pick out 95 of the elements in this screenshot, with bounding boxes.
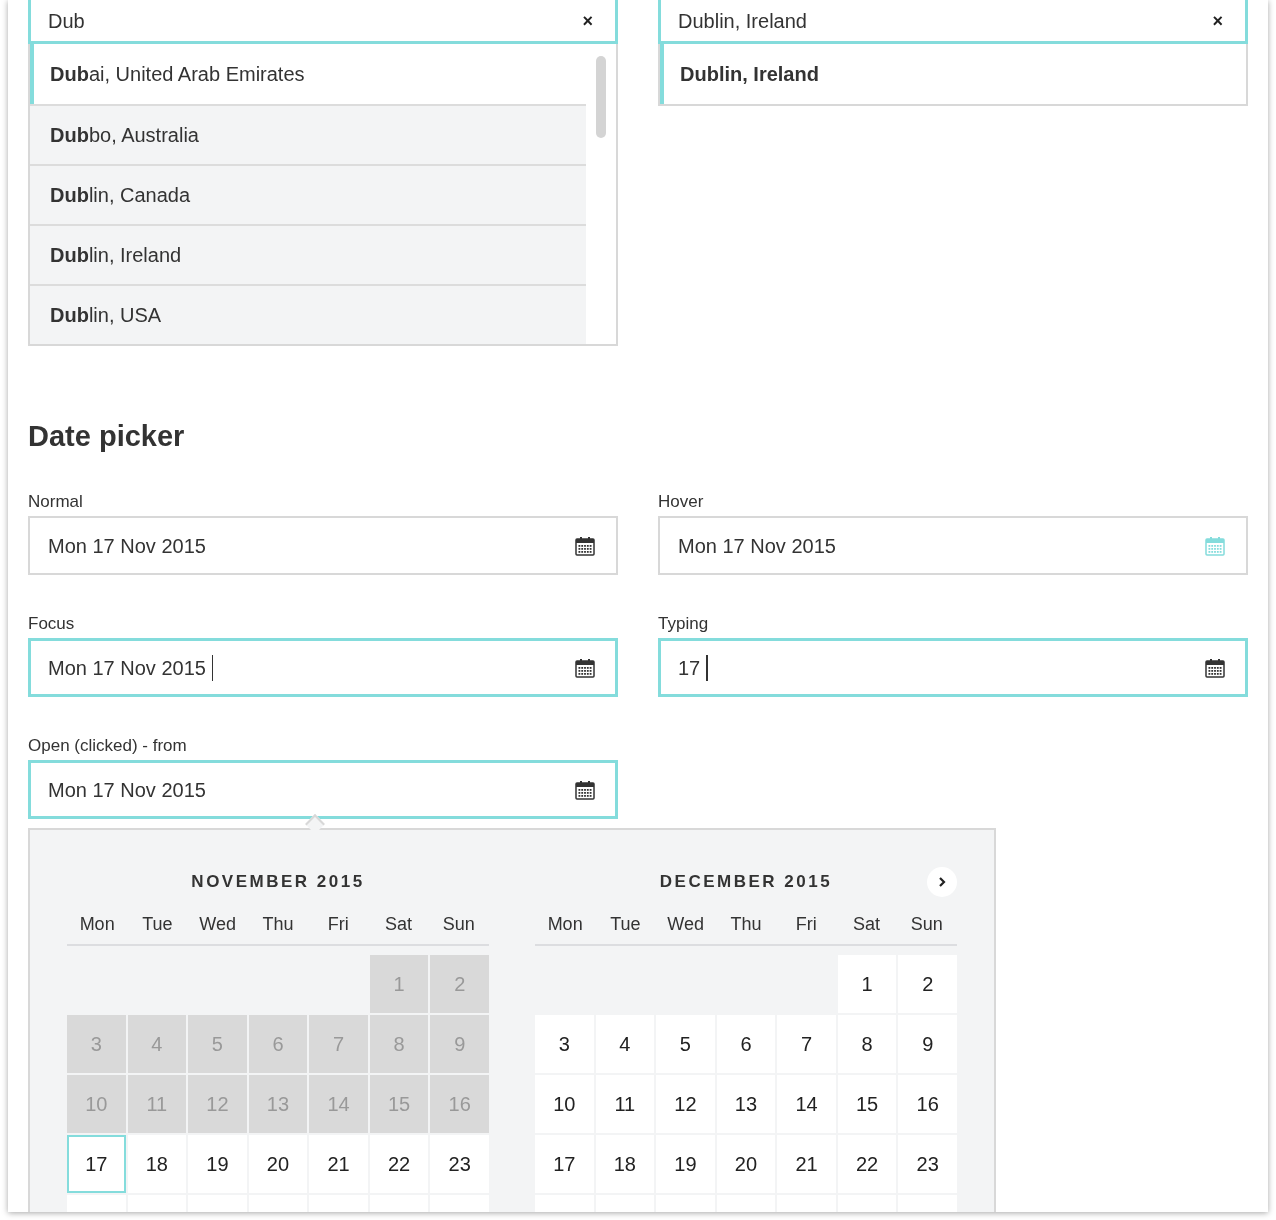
day-cell[interactable]: 19	[656, 1135, 715, 1193]
day-cell: 1	[369, 955, 429, 1013]
clear-button[interactable]: ×	[582, 11, 593, 30]
day-cell[interactable]: 9	[898, 1015, 957, 1073]
weekday-label: Fri	[794, 912, 818, 936]
date-field[interactable]: Mon 17 Nov 2015	[28, 638, 618, 697]
date-field[interactable]: Mon 17 Nov 2015	[28, 516, 618, 575]
day-cell[interactable]: 5	[656, 1015, 715, 1073]
day-cell[interactable]: 14	[777, 1075, 836, 1133]
weekday-label: Sun	[909, 912, 944, 936]
day-cell[interactable]: 2	[898, 955, 957, 1013]
day-cell: 6	[248, 1015, 308, 1073]
calendar-icon[interactable]	[575, 657, 595, 678]
weekday-label: Wed	[666, 912, 706, 936]
weekday-label: Wed	[198, 912, 238, 936]
day-cell[interactable]: 20	[248, 1135, 308, 1193]
weekday-label: Thu	[261, 912, 295, 936]
weekday-label: Sat	[384, 912, 414, 936]
section-heading: Date picker	[28, 422, 186, 451]
field-label: Hover	[658, 493, 705, 510]
suggestion-item[interactable]: Dublin, Canada	[30, 164, 586, 224]
calendar-icon[interactable]	[575, 779, 595, 800]
day-cell[interactable]: 12	[656, 1075, 715, 1133]
search-field[interactable]: Dublin, Ireland ×	[658, 0, 1248, 44]
next-month-button[interactable]	[927, 867, 957, 897]
field-label: Normal	[28, 493, 84, 510]
day-cell: 16	[430, 1075, 489, 1133]
day-cell[interactable]: 22	[369, 1135, 429, 1193]
day-cell[interactable]: 23	[898, 1135, 957, 1193]
day-cell: 8	[369, 1015, 429, 1073]
calendar-icon[interactable]	[1205, 657, 1225, 678]
day-cell[interactable]: 10	[535, 1075, 594, 1133]
weekday-label: Tue	[141, 912, 174, 936]
day-cell[interactable]: 21	[777, 1135, 836, 1193]
day-cell: 14	[309, 1075, 368, 1133]
suggestion-item[interactable]: Dublin, Ireland	[30, 224, 586, 284]
date-value: Mon 17 Nov 2015	[678, 533, 836, 559]
search-value: Dub	[48, 8, 85, 34]
day-cell: 11	[127, 1075, 187, 1133]
day-cell: 9	[430, 1015, 489, 1073]
search-value: Dublin, Ireland	[678, 8, 807, 34]
scrollbar-thumb[interactable]	[596, 56, 606, 138]
weekday-label: Mon	[78, 912, 116, 936]
chevron-right-icon	[937, 876, 947, 888]
date-field[interactable]: Mon 17 Nov 2015	[658, 516, 1248, 575]
day-cell: 3	[67, 1015, 126, 1073]
date-value: Mon 17 Nov 2015	[48, 655, 206, 681]
day-cell[interactable]: 13	[716, 1075, 776, 1133]
day-cell[interactable]: 18	[127, 1135, 187, 1193]
day-cell[interactable]: 22	[837, 1135, 897, 1193]
date-value: 17	[678, 655, 701, 681]
day-cell: 2	[430, 955, 489, 1013]
day-cell[interactable]: 17	[67, 1135, 126, 1193]
day-cell: 4	[127, 1015, 187, 1073]
weekday-label: Fri	[326, 912, 350, 936]
weekday-label: Mon	[546, 912, 584, 936]
weekday-label: Sun	[441, 912, 476, 936]
day-cell[interactable]: 18	[595, 1135, 655, 1193]
search-field[interactable]: Dub ×	[28, 0, 618, 44]
day-cell[interactable]: 16	[898, 1075, 957, 1133]
weekday-label: Sat	[852, 912, 882, 936]
day-cell[interactable]: 19	[188, 1135, 247, 1193]
weekday-label: Tue	[609, 912, 642, 936]
day-cell[interactable]: 20	[716, 1135, 776, 1193]
calendar-icon[interactable]	[575, 535, 595, 556]
clear-button[interactable]: ×	[1212, 11, 1223, 30]
date-value: Mon 17 Nov 2015	[48, 533, 206, 559]
month-title: NOVEMBER 2015	[191, 871, 365, 894]
field-label: Typing	[658, 615, 710, 632]
day-cell[interactable]: 7	[777, 1015, 836, 1073]
suggestion-item[interactable]: Dublin, USA	[30, 284, 586, 344]
day-cell[interactable]: 17	[535, 1135, 594, 1193]
month-title: DECEMBER 2015	[659, 871, 833, 894]
day-cell: 13	[248, 1075, 308, 1133]
date-field[interactable]: Mon 17 Nov 2015	[28, 760, 618, 819]
field-label: Open (clicked) - from	[28, 737, 188, 754]
day-cell: 7	[309, 1015, 368, 1073]
day-cell[interactable]: 1	[837, 955, 897, 1013]
day-cell[interactable]: 3	[535, 1015, 594, 1073]
day-cell[interactable]: 6	[716, 1015, 776, 1073]
field-label: Focus	[28, 615, 76, 632]
date-value: Mon 17 Nov 2015	[48, 777, 206, 803]
day-cell: 5	[188, 1015, 247, 1073]
day-cell[interactable]: 23	[430, 1135, 489, 1193]
day-cell: 15	[369, 1075, 429, 1133]
day-cell[interactable]: 21	[309, 1135, 368, 1193]
day-cell[interactable]: 4	[595, 1015, 655, 1073]
date-field[interactable]: 17	[658, 638, 1248, 697]
day-cell[interactable]: 11	[595, 1075, 655, 1133]
suggestion-item[interactable]: Dubbo, Australia	[30, 104, 586, 164]
day-cell: 12	[188, 1075, 247, 1133]
day-cell[interactable]: 8	[837, 1015, 897, 1073]
day-cell[interactable]: 15	[837, 1075, 897, 1133]
day-cell: 10	[67, 1075, 126, 1133]
weekday-label: Thu	[729, 912, 763, 936]
